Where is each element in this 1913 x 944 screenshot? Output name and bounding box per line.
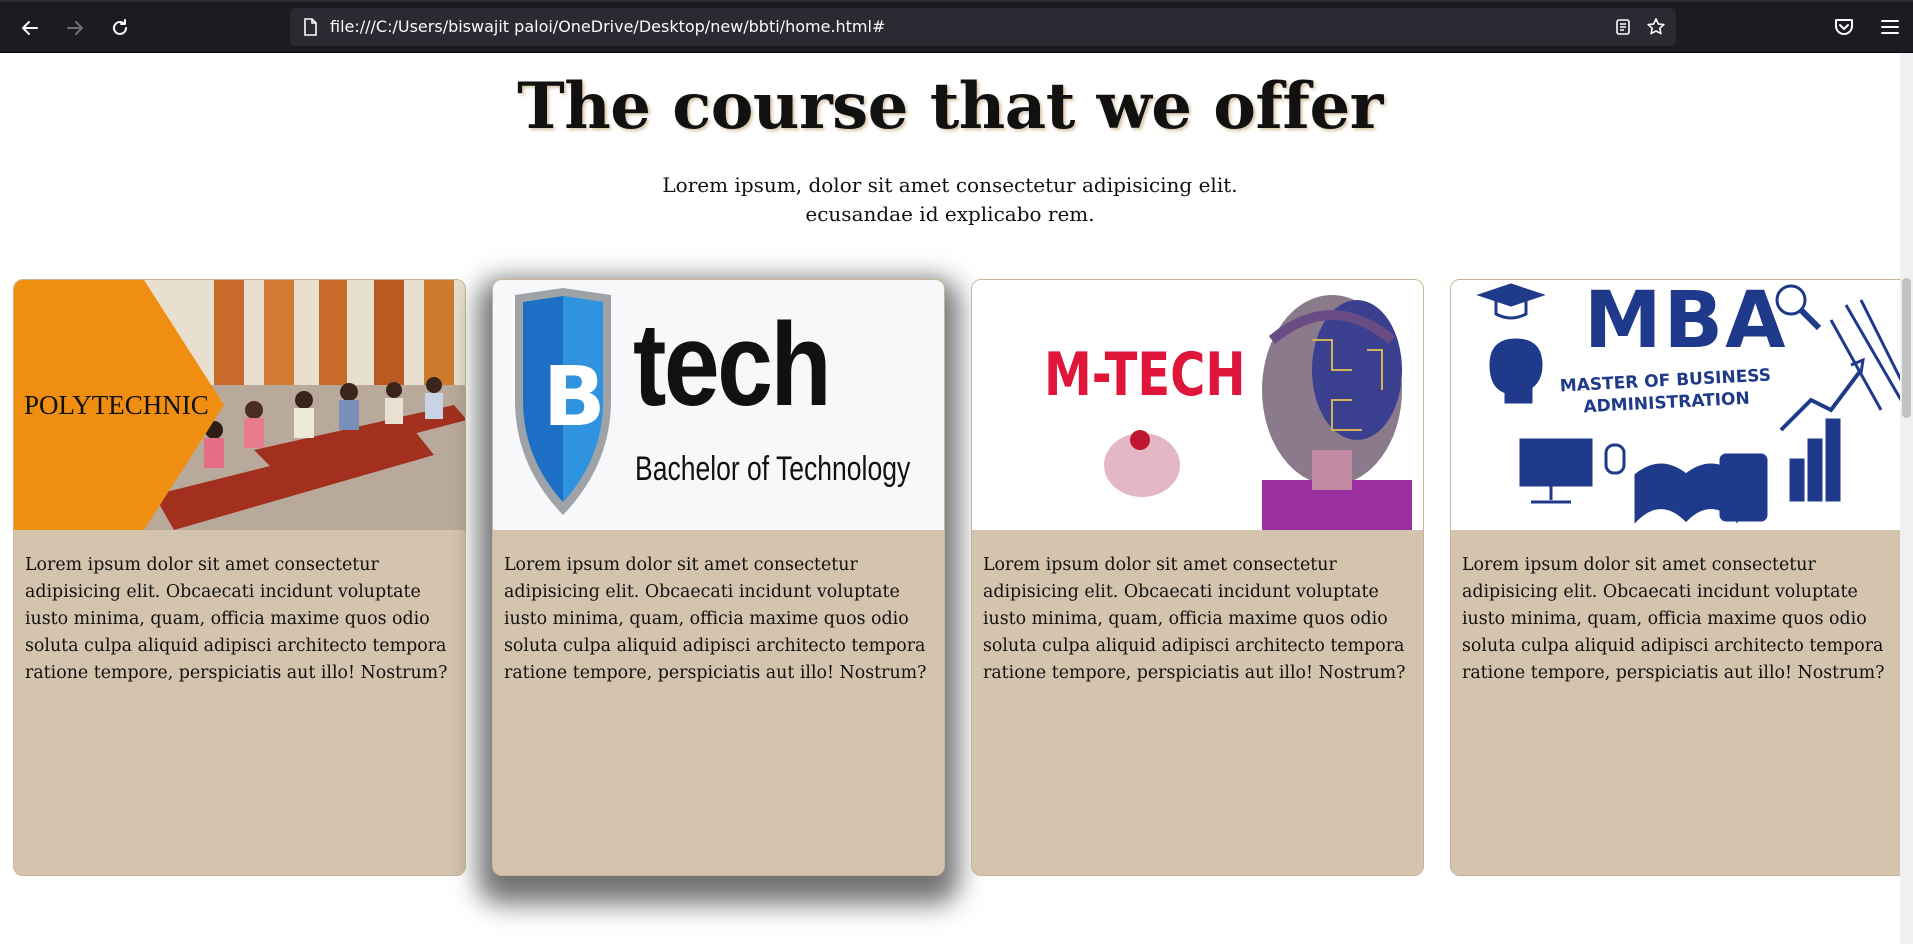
mba-image: MBA MASTER OF BUSINESS ADMINISTRATION <box>1451 280 1912 530</box>
btech-initial: B <box>543 350 606 445</box>
tab-strip-edge <box>0 0 1913 2</box>
subtitle-line-1: Lorem ipsum, dolor sit amet consectetur … <box>662 173 1238 197</box>
subtitle-line-2: ecusandae id explicabo rem. <box>805 202 1095 226</box>
btech-subtitle: Bachelor of Technology <box>635 450 911 488</box>
course-description: Lorem ipsum dolor sit amet consectetur a… <box>1462 555 1885 683</box>
section-subtitle: Lorem ipsum, dolor sit amet consectetur … <box>0 171 1900 229</box>
browser-toolbar: file:///C:/Users/biswajit paloi/OneDrive… <box>0 0 1913 53</box>
course-card-polytechnic[interactable]: POLYTECHNIC Lorem ipsum dolor sit amet c… <box>13 279 466 876</box>
course-card-mtech[interactable]: M-TECH Lorem ipsum dolor sit amet consec… <box>971 279 1424 876</box>
course-description: Lorem ipsum dolor sit amet consectetur a… <box>504 555 927 683</box>
bookmark-star-icon[interactable] <box>1646 17 1666 37</box>
mtech-image: M-TECH <box>972 280 1423 530</box>
course-card-btech[interactable]: B tech Bachelor of Technology Lorem ipsu… <box>492 279 945 876</box>
polytechnic-label: POLYTECHNIC <box>24 390 209 420</box>
forward-button[interactable] <box>58 12 92 44</box>
url-text[interactable]: file:///C:/Users/biswajit paloi/OneDrive… <box>330 8 885 46</box>
course-description: Lorem ipsum dolor sit amet consectetur a… <box>25 555 448 683</box>
course-description: Lorem ipsum dolor sit amet consectetur a… <box>983 555 1406 683</box>
btech-image: B tech Bachelor of Technology <box>493 280 944 530</box>
address-bar[interactable]: file:///C:/Users/biswajit paloi/OneDrive… <box>290 8 1676 46</box>
mba-label: MBA <box>1584 280 1788 366</box>
btech-wordmark: tech <box>633 299 832 431</box>
vertical-scrollbar[interactable] <box>1900 53 1913 944</box>
section-title: The course that we offer <box>517 69 1383 144</box>
forward-arrow-icon <box>67 21 83 35</box>
reload-icon <box>113 19 127 35</box>
back-button[interactable] <box>13 12 47 44</box>
polytechnic-image: POLYTECHNIC <box>14 280 465 530</box>
pocket-icon[interactable] <box>1831 14 1857 40</box>
reload-button[interactable] <box>103 12 137 44</box>
page-icon <box>304 18 317 36</box>
back-arrow-icon <box>22 21 38 35</box>
page-content: The course that we offer Lorem ipsum, do… <box>0 53 1913 944</box>
mtech-label: M-TECH <box>1044 340 1246 410</box>
scrollbar-thumb[interactable] <box>1902 278 1911 418</box>
reader-view-icon[interactable] <box>1613 17 1633 37</box>
course-card-mba[interactable]: MBA MASTER OF BUSINESS ADMINISTRATION Lo… <box>1450 279 1913 876</box>
menu-hamburger-icon[interactable] <box>1877 14 1903 40</box>
